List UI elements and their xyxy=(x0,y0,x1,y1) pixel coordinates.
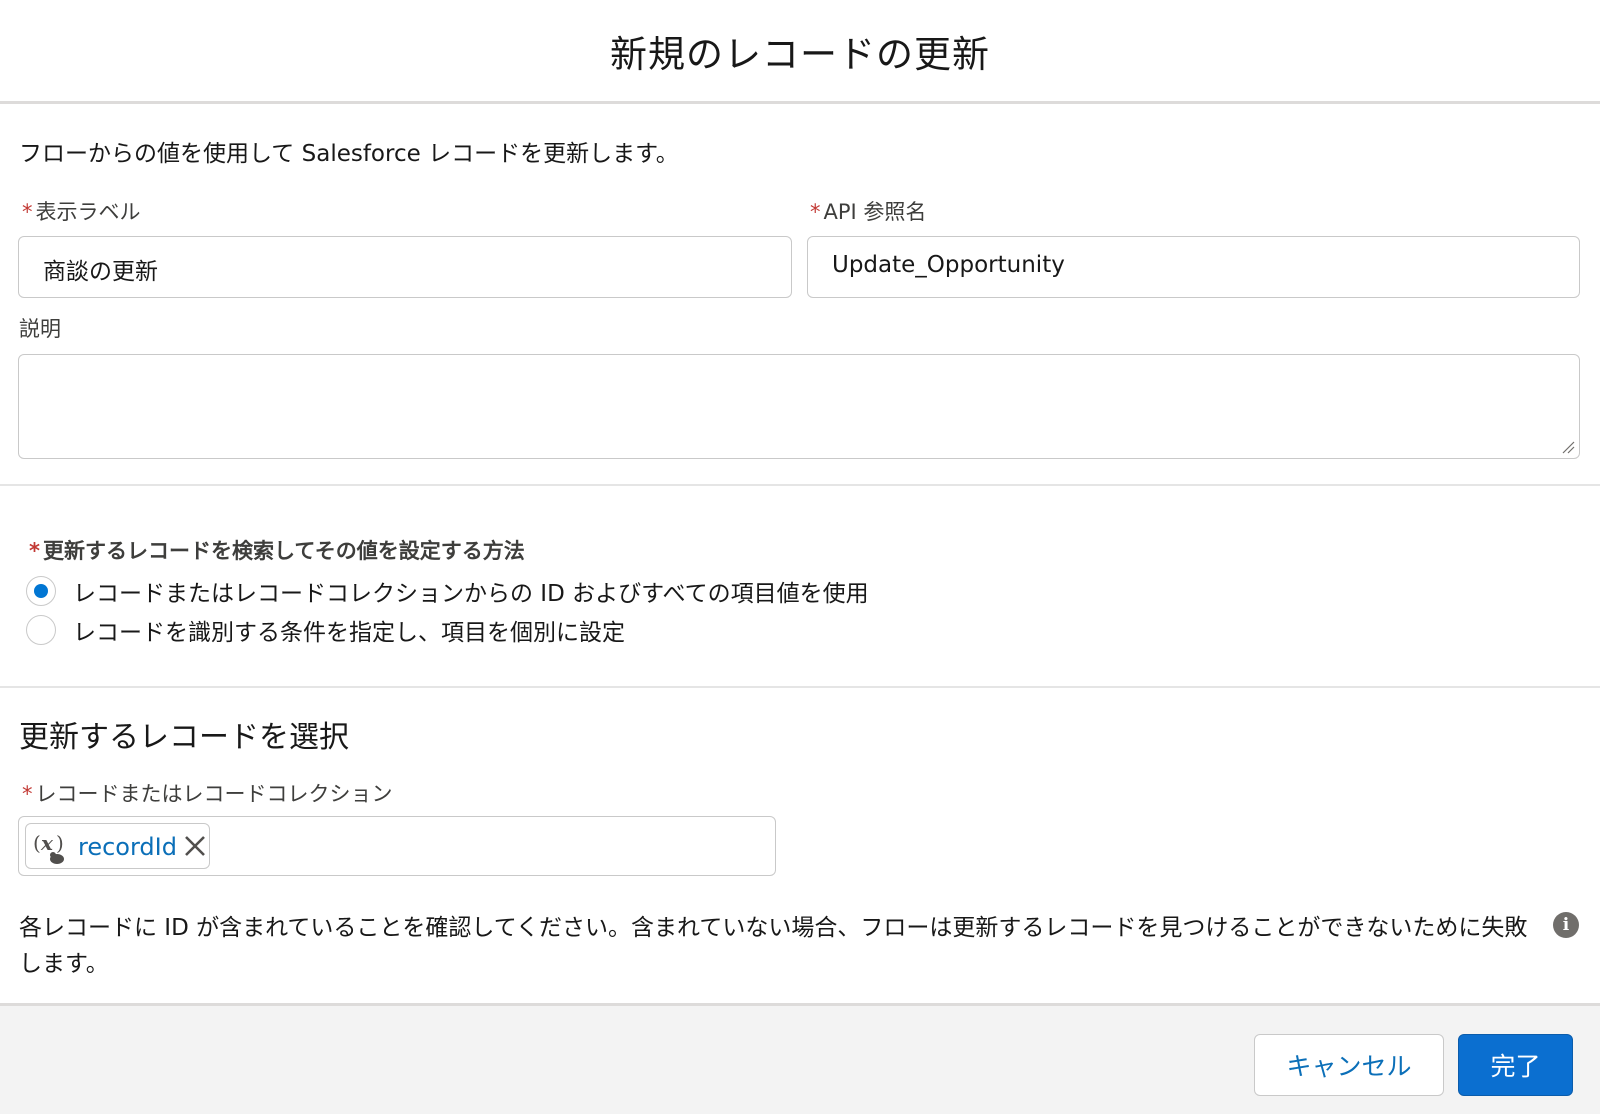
modal-description: フローからの値を使用して Salesforce レコードを更新します。 xyxy=(19,141,679,167)
modal-header: 新規のレコードの更新 xyxy=(0,0,1600,104)
svg-text:x: x xyxy=(40,831,54,855)
done-button[interactable]: 完了 xyxy=(1458,1034,1573,1096)
record-collection-field-label: * レコードまたはレコードコレクション xyxy=(22,778,393,808)
label-input[interactable]: 商談の更新 xyxy=(18,236,792,298)
id-requirement-note: 各レコードに ID が含まれていることを確認してください。含まれていない場合、フ… xyxy=(19,915,1528,977)
section-divider xyxy=(0,686,1600,688)
update-records-modal: 新規のレコードの更新 フローからの値を使用して Salesforce レコードを… xyxy=(0,0,1600,1114)
required-marker: * xyxy=(22,782,33,806)
method-option-use-ids[interactable]: レコードまたはレコードコレクションからの ID およびすべての項目値を使用 xyxy=(26,575,869,607)
method-group-label-text: 更新するレコードを検索してその値を設定する方法 xyxy=(42,539,525,563)
description-textarea[interactable] xyxy=(18,354,1580,459)
cancel-button[interactable]: キャンセル xyxy=(1254,1034,1444,1096)
method-group-label: * 更新するレコードを検索してその値を設定する方法 xyxy=(29,535,525,565)
method-option-label: レコードまたはレコードコレクションからの ID およびすべての項目値を使用 xyxy=(73,581,869,607)
radio-button[interactable] xyxy=(26,615,56,645)
api-name-field-label-text: API 参照名 xyxy=(823,200,927,224)
svg-text:): ) xyxy=(56,831,64,855)
api-name-field-label: * API 参照名 xyxy=(810,196,926,226)
record-id-pill-label: recordId xyxy=(78,833,177,861)
record-collection-field-label-text: レコードまたはレコードコレクション xyxy=(35,782,393,806)
radio-button-checked[interactable] xyxy=(26,576,56,606)
required-marker: * xyxy=(22,200,33,224)
required-marker: * xyxy=(29,539,40,563)
label-field-label: * 表示ラベル xyxy=(22,196,141,226)
modal-footer: キャンセル 完了 xyxy=(0,1003,1600,1114)
description-field-label: 説明 xyxy=(19,317,61,341)
method-option-specify-conditions[interactable]: レコードを識別する条件を指定し、項目を個別に設定 xyxy=(26,614,625,646)
close-icon[interactable] xyxy=(181,832,209,860)
required-marker: * xyxy=(810,200,821,224)
label-input-value: 商談の更新 xyxy=(43,259,158,285)
info-icon[interactable]: i xyxy=(1553,912,1579,938)
method-option-label: レコードを識別する条件を指定し、項目を個別に設定 xyxy=(73,620,625,646)
label-field-label-text: 表示ラベル xyxy=(35,200,141,224)
modal-title: 新規のレコードの更新 xyxy=(610,33,990,76)
resize-handle-icon[interactable] xyxy=(1561,440,1575,454)
section-divider xyxy=(0,484,1600,486)
api-name-input[interactable]: Update_Opportunity xyxy=(807,236,1580,298)
select-records-heading: 更新するレコードを選択 xyxy=(19,720,349,755)
svg-text:(: ( xyxy=(33,831,41,855)
record-collection-input[interactable]: ( x ) recordId xyxy=(18,816,776,876)
variable-icon: ( x ) xyxy=(33,831,64,864)
api-name-input-value: Update_Opportunity xyxy=(832,252,1065,278)
record-id-pill[interactable]: ( x ) recordId xyxy=(25,823,210,869)
